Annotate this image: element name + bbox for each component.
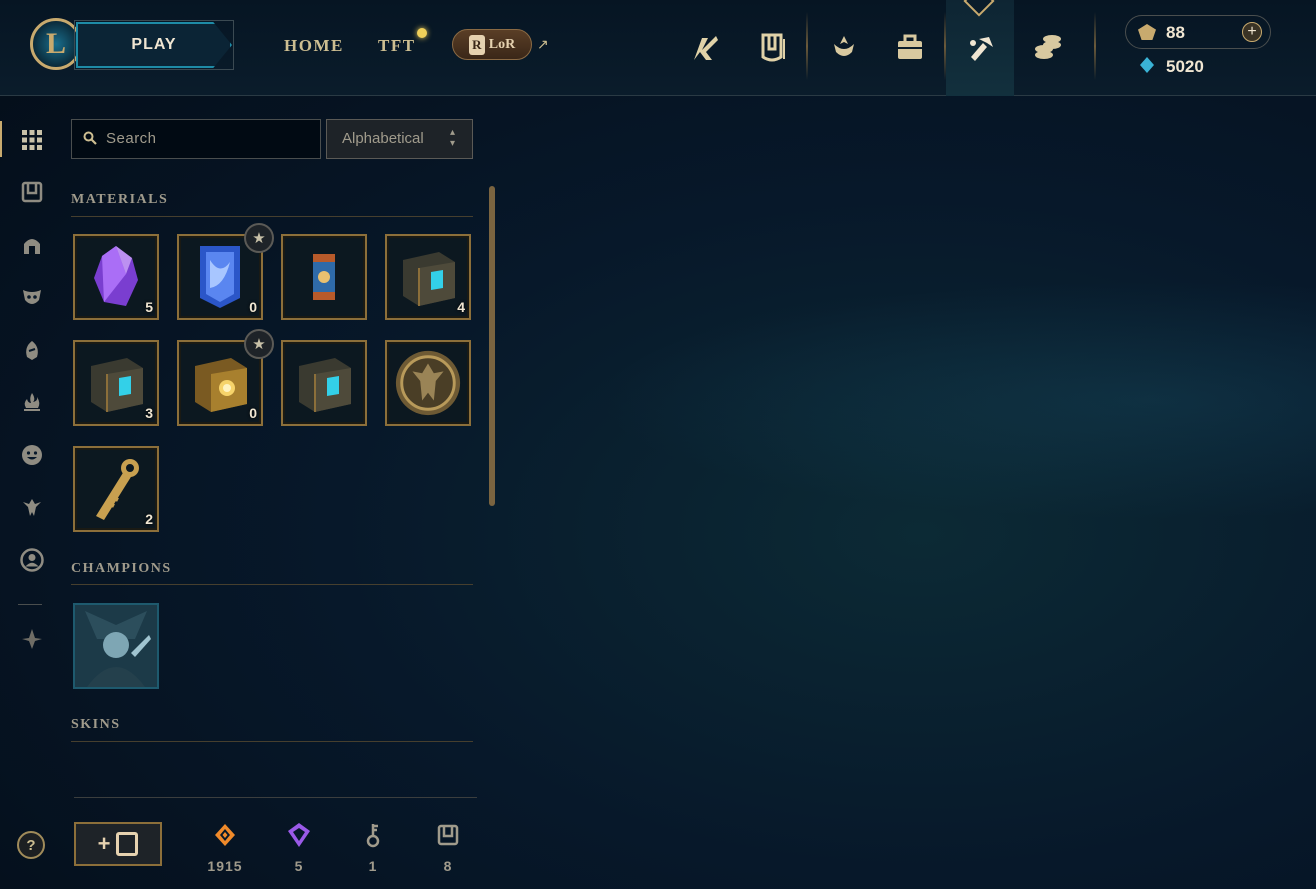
chest-counter: 8	[428, 822, 468, 874]
loot-tile-hextech-key[interactable]: 2	[73, 446, 159, 532]
nav-separator	[806, 12, 808, 80]
buy-rp-button[interactable]: +	[1242, 22, 1262, 42]
nav-home[interactable]: HOME	[284, 36, 344, 56]
loot-tile-lantern-capsule[interactable]	[281, 234, 367, 320]
skins-mask-icon[interactable]	[18, 283, 46, 311]
loot-count: 0	[249, 405, 257, 421]
hextech-chest-icon	[393, 242, 463, 312]
champions-section-title: CHAMPIONS	[71, 561, 172, 576]
section-divider	[71, 216, 473, 217]
loot-count: 3	[145, 405, 153, 421]
gold-emblem-token-icon	[393, 348, 463, 418]
materials-section-title: MATERIALS	[71, 192, 169, 207]
riot-points-value: 88	[1166, 23, 1185, 42]
all-categories-grid-icon[interactable]	[18, 126, 46, 154]
blue-essence-value: 5020	[1166, 57, 1204, 76]
league-logo-icon[interactable]: L	[30, 18, 82, 70]
loot-tile-hextech-chest-2[interactable]: 3	[73, 340, 159, 426]
loot-tile-purple-crystal[interactable]: 5	[73, 234, 159, 320]
mythic-essence-value: 5	[294, 858, 304, 874]
loot-count: 4	[457, 299, 465, 315]
key-icon	[353, 822, 393, 848]
store-coins-icon[interactable]	[1014, 12, 1082, 82]
lantern-capsule-icon	[289, 242, 359, 312]
purple-crystal-icon	[81, 242, 151, 312]
loot-tile-hextech-chest-3[interactable]	[281, 340, 367, 426]
loot-count: 0	[249, 299, 257, 315]
key-counter: 1	[353, 822, 393, 874]
summoner-icons-flame-icon[interactable]	[18, 388, 46, 416]
chest-value: 8	[443, 858, 453, 874]
active-category-bar	[0, 121, 2, 157]
chests-category-icon[interactable]	[18, 178, 46, 206]
lor-logo-icon: R	[468, 34, 485, 55]
avatar-profile-icon[interactable]	[18, 546, 46, 574]
lor-label: LoR	[488, 36, 516, 52]
loot-list-scrollbar[interactable]	[489, 186, 495, 506]
hextech-chest-icon	[81, 348, 151, 418]
chest-icon	[116, 832, 139, 856]
eternals-icon[interactable]	[18, 493, 46, 521]
champion-shard-tile[interactable]	[73, 603, 159, 689]
loot-count: 2	[145, 511, 153, 527]
masterwork-chest-icon	[185, 348, 255, 418]
section-divider	[71, 584, 473, 585]
loot-count: 5	[145, 299, 153, 315]
store-bag-icon[interactable]	[876, 12, 944, 82]
search-icon	[83, 131, 97, 145]
section-divider	[71, 741, 473, 742]
clash-icon[interactable]	[810, 12, 878, 82]
sidebar-separator	[18, 604, 42, 605]
champions-helmet-icon[interactable]	[18, 231, 46, 259]
star-badge-icon: ★	[244, 223, 274, 253]
search-input[interactable]: Search	[71, 119, 321, 159]
wards-icon[interactable]	[18, 336, 46, 364]
orange-essence-icon	[205, 822, 245, 848]
nav-tft[interactable]: TFT	[378, 36, 416, 56]
mythic-essence-counter: 5	[279, 822, 319, 874]
mythic-essence-icon	[279, 822, 319, 848]
loot-tile-gold-emblem-token[interactable]	[385, 340, 471, 426]
footer-divider	[74, 797, 477, 798]
tft-category-icon[interactable]	[18, 625, 46, 653]
background-glow	[500, 260, 1316, 540]
chest-count-icon	[428, 822, 468, 848]
blue-banner-capsule-icon	[185, 242, 255, 312]
hextech-key-icon	[81, 454, 151, 524]
sort-arrows-icon: ▴ ▾	[450, 127, 456, 149]
lor-button[interactable]: R LoR	[452, 29, 532, 60]
profile-icon[interactable]	[672, 12, 740, 82]
orange-essence-value: 1915	[207, 858, 243, 874]
add-chest-button[interactable]: +	[74, 822, 162, 866]
tft-notification-dot	[417, 28, 427, 38]
skins-section-title: SKINS	[71, 717, 121, 732]
star-badge-icon: ★	[244, 329, 274, 359]
plus-icon: +	[97, 831, 111, 856]
loot-tile-hextech-chest[interactable]: 4	[385, 234, 471, 320]
help-button[interactable]: ?	[17, 831, 45, 859]
emotes-icon[interactable]	[18, 441, 46, 469]
external-link-icon: ↗	[537, 36, 549, 52]
orange-essence-counter: 1915	[205, 822, 245, 874]
collection-icon[interactable]	[740, 12, 808, 82]
nav-separator	[1094, 12, 1096, 80]
key-value: 1	[368, 858, 378, 874]
hextech-chest-icon	[289, 348, 359, 418]
play-button[interactable]: PLAY	[76, 22, 232, 68]
champion-portrait-icon	[75, 605, 157, 687]
